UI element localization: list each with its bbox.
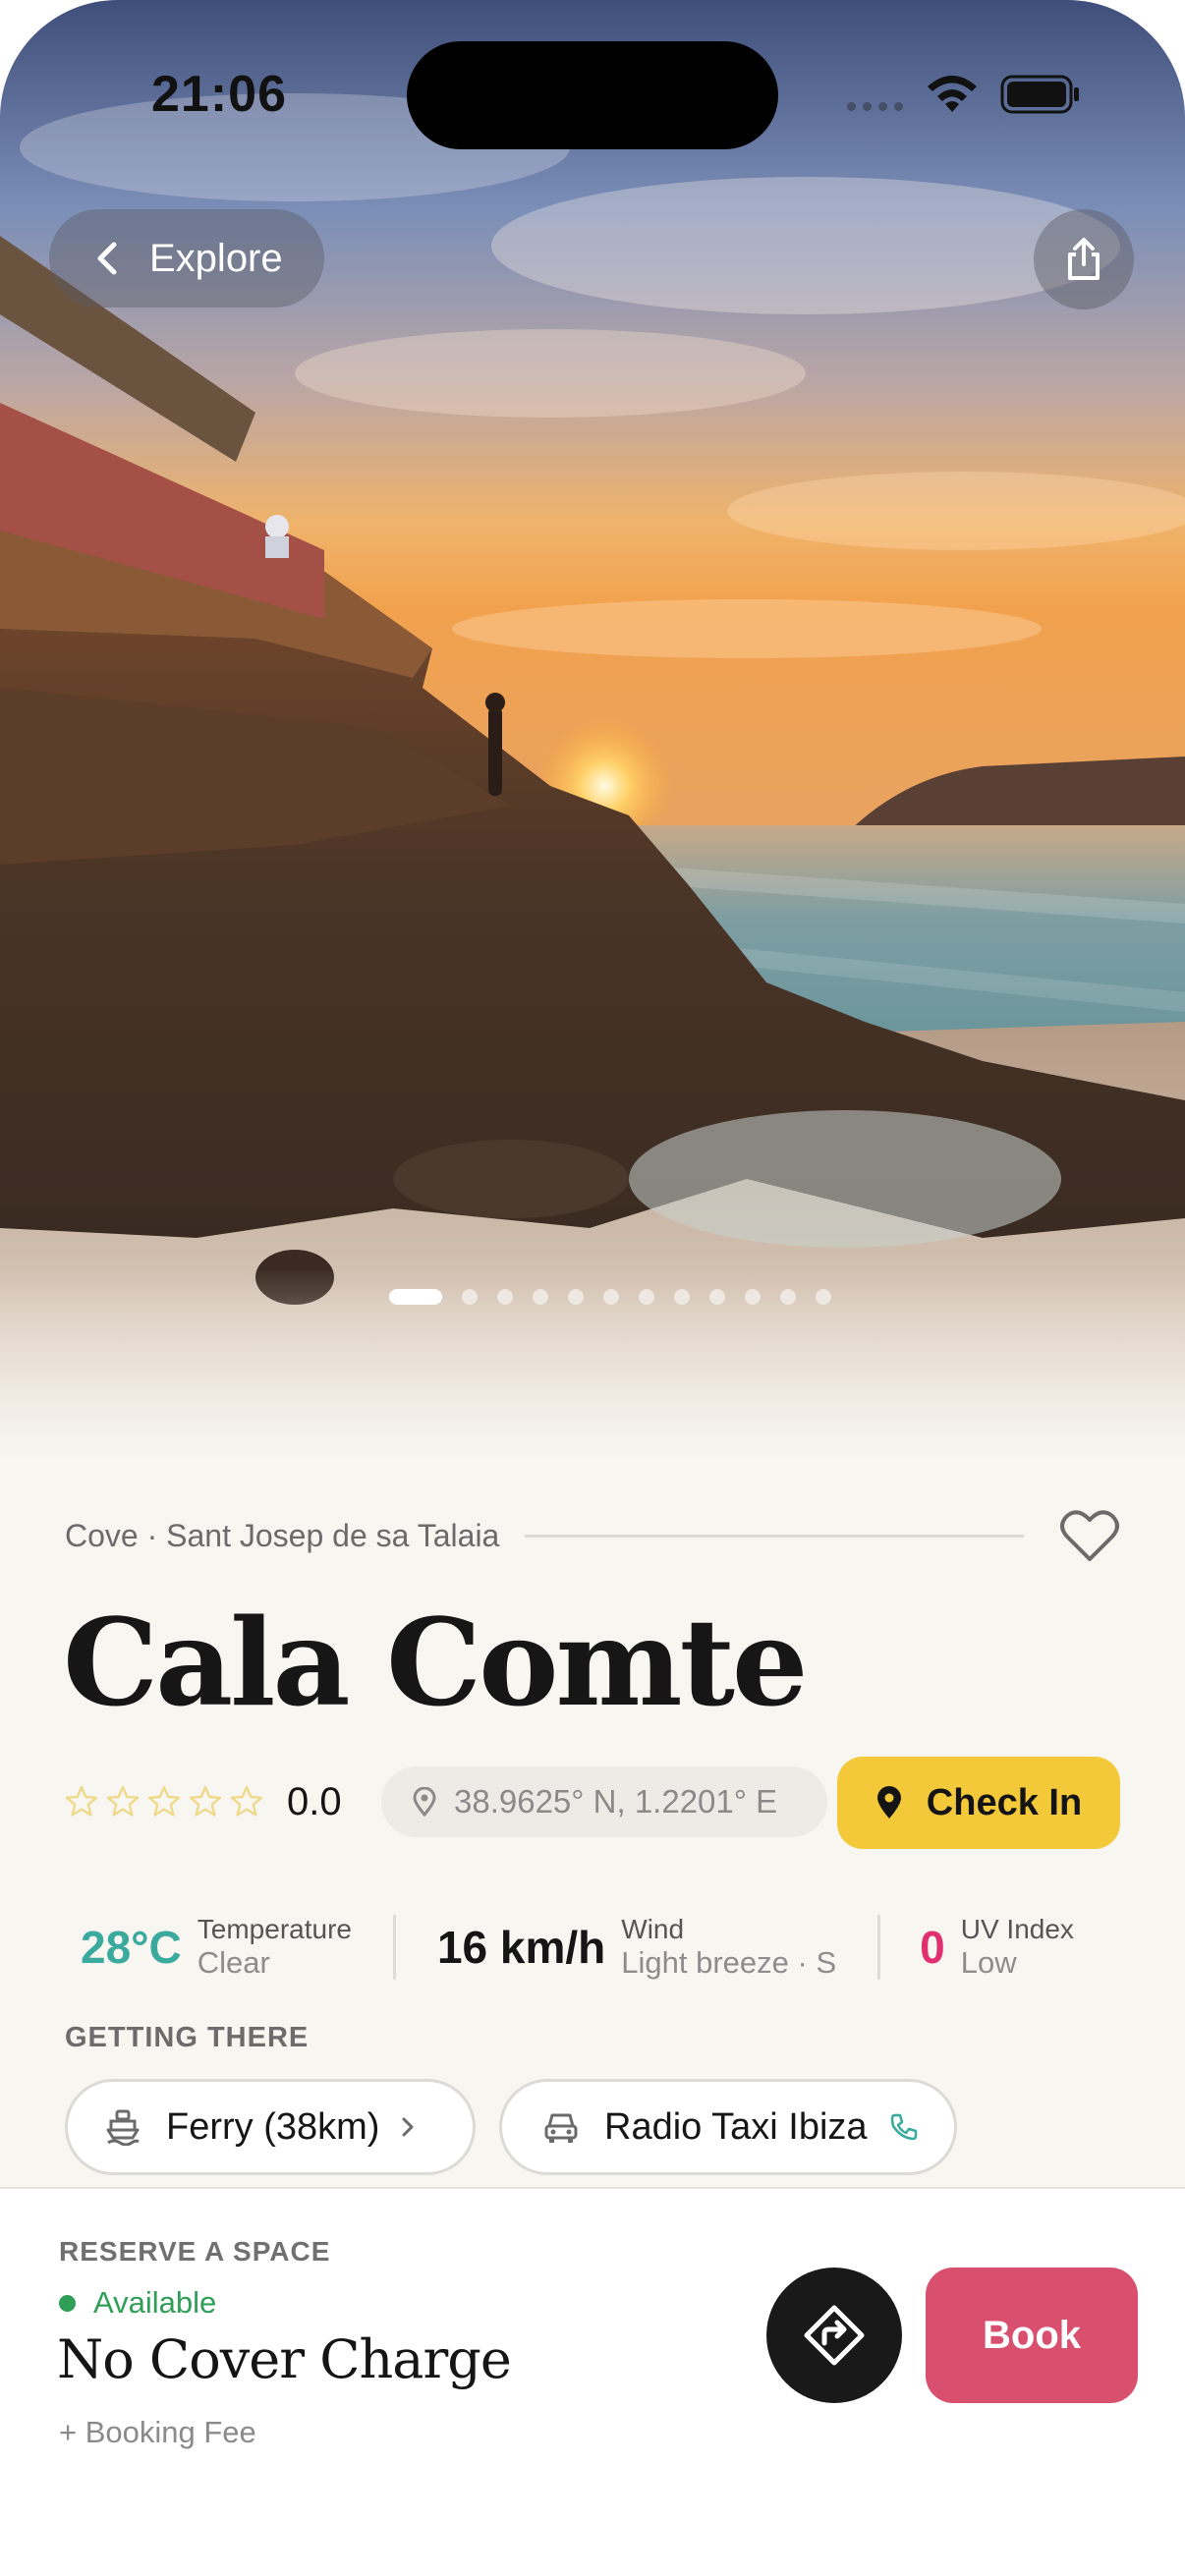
- star-icon[interactable]: [230, 1785, 263, 1819]
- place-title: Cala Comte: [63, 1592, 809, 1733]
- wind-detail: Light breeze · S: [621, 1945, 837, 1980]
- uv-value: 0: [920, 1922, 945, 1973]
- coordinates-pill[interactable]: 38.9625° N, 1.2201° E: [381, 1766, 827, 1837]
- cellular-icon: [847, 102, 903, 111]
- uv-detail: Low: [960, 1945, 1017, 1980]
- coordinates-text: 38.9625° N, 1.2201° E: [454, 1783, 778, 1820]
- share-icon: [1068, 238, 1100, 280]
- book-button[interactable]: Book: [926, 2268, 1138, 2403]
- chevron-left-icon: [97, 242, 117, 275]
- pager-dot[interactable]: [462, 1289, 478, 1305]
- star-icon[interactable]: [147, 1785, 181, 1819]
- chevron-right-icon: [402, 2117, 414, 2137]
- directions-button[interactable]: [766, 2268, 902, 2403]
- pager-dot[interactable]: [780, 1289, 796, 1305]
- ferry-label: Ferry (38km): [166, 2105, 380, 2148]
- check-in-button[interactable]: Check In: [837, 1757, 1120, 1849]
- booking-fee-note: + Booking Fee: [59, 2415, 256, 2449]
- heart-icon[interactable]: [1059, 1508, 1120, 1563]
- share-button[interactable]: [1034, 209, 1134, 309]
- price-label: No Cover Charge: [57, 2328, 512, 2390]
- pager-dot[interactable]: [568, 1289, 584, 1305]
- star-rating[interactable]: [65, 1785, 263, 1819]
- location-pin-icon: [876, 1786, 901, 1819]
- taxi-icon: [544, 2113, 578, 2143]
- status-dot: [59, 2294, 76, 2312]
- pager-dot[interactable]: [497, 1289, 513, 1305]
- temperature-label: Temperature: [197, 1914, 352, 1944]
- pager-dot[interactable]: [639, 1289, 654, 1305]
- back-button[interactable]: Explore: [49, 209, 324, 308]
- pager-dot[interactable]: [389, 1289, 442, 1305]
- temperature-detail: Clear: [197, 1945, 270, 1980]
- reserve-sheet: RESERVE A SPACE Available No Cover Charg…: [0, 2187, 1185, 2576]
- uv-label: UV Index: [960, 1914, 1074, 1944]
- gallery-pager[interactable]: [389, 1289, 831, 1305]
- temperature-stat: 28°C Temperature Clear: [81, 1914, 352, 1981]
- star-icon[interactable]: [106, 1785, 140, 1819]
- ferry-option[interactable]: Ferry (38km): [65, 2079, 476, 2175]
- wifi-icon: [928, 76, 977, 112]
- divider: [392, 1915, 396, 1980]
- wind-stat: 16 km/h Wind Light breeze · S: [437, 1914, 836, 1981]
- check-in-label: Check In: [926, 1781, 1083, 1823]
- rating-value: 0.0: [287, 1779, 342, 1823]
- uv-stat: 0 UV Index Low: [920, 1914, 1074, 1981]
- wind-label: Wind: [621, 1914, 685, 1944]
- dynamic-island: [407, 41, 778, 149]
- reserve-heading: RESERVE A SPACE: [59, 2236, 331, 2267]
- star-icon[interactable]: [65, 1785, 98, 1819]
- temperature-value: 28°C: [81, 1922, 182, 1973]
- app-screen: 21:06 Explore Cove · Sant Josep de sa Ta…: [0, 0, 1185, 2576]
- wind-value: 16 km/h: [436, 1922, 606, 1973]
- getting-there-heading: GETTING THERE: [65, 2022, 310, 2053]
- pager-dot[interactable]: [816, 1289, 831, 1305]
- divider: [877, 1915, 881, 1980]
- rating: 0.0: [65, 1755, 342, 1849]
- pager-dot[interactable]: [745, 1289, 761, 1305]
- battery-icon: [1000, 75, 1079, 114]
- pager-dot[interactable]: [603, 1289, 619, 1305]
- location-pin-icon: [413, 1787, 436, 1817]
- phone-icon: [890, 2113, 917, 2141]
- weather-stats: 28°C Temperature Clear 16 km/h Wind Ligh…: [65, 1906, 1120, 1988]
- star-icon[interactable]: [189, 1785, 222, 1819]
- taxi-option[interactable]: Radio Taxi Ibiza: [499, 2079, 957, 2175]
- divider: [525, 1534, 1024, 1538]
- pager-dot[interactable]: [674, 1289, 690, 1305]
- status-time: 21:06: [151, 66, 287, 123]
- category-row: Cove · Sant Josep de sa Talaia: [65, 1510, 1120, 1561]
- availability-label: Available: [93, 2285, 217, 2320]
- ferry-icon: [106, 2109, 140, 2146]
- taxi-label: Radio Taxi Ibiza: [604, 2105, 868, 2148]
- pager-dot[interactable]: [709, 1289, 725, 1305]
- category-line: Cove · Sant Josep de sa Talaia: [65, 1517, 500, 1553]
- directions-icon: [804, 2305, 865, 2366]
- availability-status: Available: [59, 2285, 216, 2321]
- pager-dot[interactable]: [533, 1289, 548, 1305]
- back-label: Explore: [149, 236, 283, 280]
